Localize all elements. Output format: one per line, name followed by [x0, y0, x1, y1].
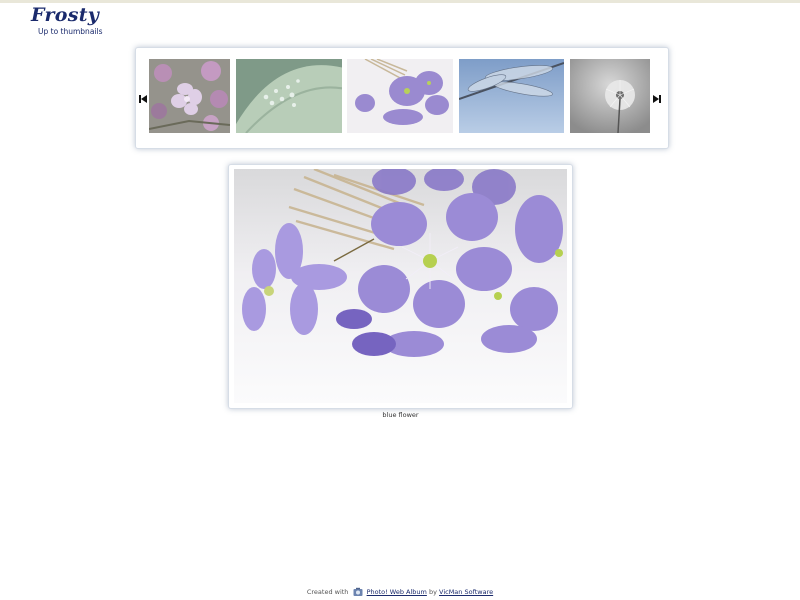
previous-button[interactable]: [138, 90, 148, 103]
thumbnail-blue-flower[interactable]: [347, 59, 453, 133]
footer: Created with Photo! Web Album by VicMan …: [0, 587, 800, 597]
app-logo-icon: [353, 587, 363, 597]
thumbnail-dragonfly[interactable]: [459, 59, 564, 133]
vicman-software-link[interactable]: VicMan Software: [439, 588, 493, 596]
image-caption: blue flower: [382, 411, 419, 419]
next-button[interactable]: [652, 90, 662, 103]
footer-by: by: [428, 588, 437, 596]
skip-previous-icon: [139, 95, 147, 103]
footer-created-with: Created with: [306, 588, 349, 596]
thumbnail-dandelion[interactable]: [570, 59, 650, 133]
thumbnail-leaf-drops[interactable]: [236, 59, 342, 133]
site-title: Frosty: [31, 4, 100, 26]
thumbnail-lilac[interactable]: [149, 59, 230, 133]
top-border: [0, 0, 800, 3]
photo-web-album-link[interactable]: Photo! Web Album: [367, 588, 427, 596]
main-image: [234, 169, 567, 403]
skip-next-icon: [653, 95, 661, 103]
up-to-thumbnails-link[interactable]: Up to thumbnails: [38, 27, 103, 36]
